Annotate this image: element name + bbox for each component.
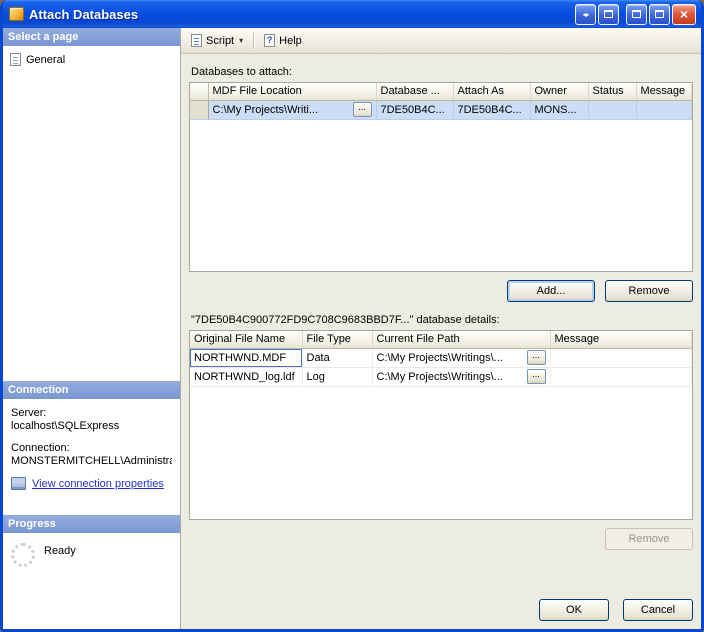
file-type-cell[interactable]: Data xyxy=(302,348,373,368)
dock-arrows-icon: ◂▸ xyxy=(582,9,589,19)
message-cell[interactable] xyxy=(550,367,692,387)
message-cell[interactable] xyxy=(636,100,692,120)
mdf-file-location-value: C:\My Projects\Writi... xyxy=(212,103,319,116)
row-selector-header xyxy=(190,83,209,101)
close-icon: × xyxy=(679,6,689,22)
column-header[interactable]: MDF File Location xyxy=(208,83,377,101)
database-details-label: "7DE50B4C900772FD9C708C9683BBD7F..." dat… xyxy=(191,314,500,326)
current-file-path-value: C:\My Projects\Writings\... xyxy=(376,351,503,364)
message-cell[interactable] xyxy=(550,348,692,368)
column-header[interactable]: Status xyxy=(588,83,637,101)
content-area: Databases to attach: MDF File Location D… xyxy=(181,54,701,629)
column-header[interactable]: Message xyxy=(636,83,692,101)
row-selector-cell[interactable] xyxy=(190,100,209,120)
browse-button[interactable]: ... xyxy=(526,350,546,365)
restore-button[interactable] xyxy=(598,3,619,25)
current-file-path-cell[interactable]: C:\My Projects\Writings\... ... xyxy=(372,348,551,368)
connection-label: Connection: xyxy=(11,442,70,454)
restore-icon xyxy=(604,10,613,18)
status-cell[interactable] xyxy=(588,100,637,120)
select-a-page-panel: General xyxy=(3,46,180,381)
mdf-file-location-cell[interactable]: C:\My Projects\Writi... ... xyxy=(208,100,377,120)
column-header[interactable]: Database ... xyxy=(376,83,454,101)
connection-header: Connection xyxy=(3,381,180,399)
progress-header: Progress xyxy=(3,515,180,533)
maximize-button[interactable] xyxy=(649,3,670,25)
column-header[interactable]: Owner xyxy=(530,83,589,101)
original-file-name-cell[interactable]: NORTHWND_log.ldf xyxy=(190,367,303,387)
window-controls: ◂▸ × xyxy=(575,3,696,25)
column-header[interactable]: Original File Name xyxy=(190,331,303,349)
page-icon xyxy=(10,53,21,66)
main-panel: Script ▾ ? Help Databases to attach: MDF… xyxy=(181,28,701,629)
database-details-grid[interactable]: Original File Name File Type Current Fil… xyxy=(189,330,693,520)
connection-value: MONSTERMITCHELL\Administra xyxy=(11,455,172,467)
attach-database-icon xyxy=(9,7,24,21)
maximize-icon xyxy=(655,10,664,18)
dock-arrows-button[interactable]: ◂▸ xyxy=(575,3,596,25)
progress-status: Ready xyxy=(44,545,76,557)
connection-panel: Server: localhost\SQLExpress Connection:… xyxy=(3,399,180,515)
help-button-label: Help xyxy=(279,34,302,47)
databases-to-attach-label: Databases to attach: xyxy=(191,66,292,78)
table-row[interactable]: NORTHWND_log.ldf Log C:\My Projects\Writ… xyxy=(190,367,692,387)
help-button[interactable]: ? Help xyxy=(258,32,308,49)
table-row[interactable]: NORTHWND.MDF Data C:\My Projects\Writing… xyxy=(190,348,692,368)
cancel-button[interactable]: Cancel xyxy=(623,599,693,621)
current-file-path-value: C:\My Projects\Writings\... xyxy=(376,370,503,383)
ok-button[interactable]: OK xyxy=(539,599,609,621)
sidebar: Select a page General Connection Server:… xyxy=(3,28,181,629)
toolbar-separator xyxy=(253,32,255,49)
attach-as-cell[interactable]: 7DE50B4C... xyxy=(453,100,531,120)
attach-grid-header: MDF File Location Database ... Attach As… xyxy=(190,83,692,101)
help-icon: ? xyxy=(264,34,276,47)
progress-spinner-icon xyxy=(11,543,35,567)
database-cell[interactable]: 7DE50B4C... xyxy=(376,100,454,120)
close-button[interactable]: × xyxy=(672,3,696,25)
details-grid-header: Original File Name File Type Current Fil… xyxy=(190,331,692,349)
column-header[interactable]: File Type xyxy=(302,331,373,349)
minimize-icon xyxy=(632,10,641,18)
sidebar-item-label: General xyxy=(26,53,66,66)
browse-button[interactable]: ... xyxy=(526,369,546,384)
databases-to-attach-grid[interactable]: MDF File Location Database ... Attach As… xyxy=(189,82,693,272)
owner-cell[interactable]: MONS... xyxy=(530,100,589,120)
browse-button[interactable]: ... xyxy=(352,102,372,117)
attach-databases-dialog: Attach Databases ◂▸ × Select a page Gene… xyxy=(0,0,704,632)
select-a-page-header: Select a page xyxy=(3,28,180,46)
script-icon xyxy=(191,34,202,47)
window-title: Attach Databases xyxy=(29,6,139,22)
connection-properties-icon xyxy=(11,477,26,490)
chevron-down-icon: ▾ xyxy=(239,36,244,45)
file-type-cell[interactable]: Log xyxy=(302,367,373,387)
original-file-name-cell[interactable]: NORTHWND.MDF xyxy=(190,348,303,368)
toolbar: Script ▾ ? Help xyxy=(181,28,701,54)
minimize-button[interactable] xyxy=(626,3,647,25)
table-row[interactable]: C:\My Projects\Writi... ... 7DE50B4C... … xyxy=(190,100,692,120)
remove-details-button[interactable]: Remove xyxy=(605,528,693,550)
current-file-path-cell[interactable]: C:\My Projects\Writings\... ... xyxy=(372,367,551,387)
column-header[interactable]: Attach As xyxy=(453,83,531,101)
add-button[interactable]: Add... xyxy=(507,280,595,302)
titlebar[interactable]: Attach Databases ◂▸ × xyxy=(3,0,701,28)
remove-button[interactable]: Remove xyxy=(605,280,693,302)
progress-panel: Ready xyxy=(3,533,180,629)
server-value: localhost\SQLExpress xyxy=(11,420,120,432)
script-button[interactable]: Script ▾ xyxy=(185,32,249,49)
server-label: Server: xyxy=(11,407,47,419)
sidebar-item-general[interactable]: General xyxy=(5,50,178,69)
view-connection-properties-link[interactable]: View connection properties xyxy=(32,478,164,490)
column-header[interactable]: Current File Path xyxy=(372,331,551,349)
column-header[interactable]: Message xyxy=(550,331,692,349)
script-button-label: Script xyxy=(206,34,235,47)
